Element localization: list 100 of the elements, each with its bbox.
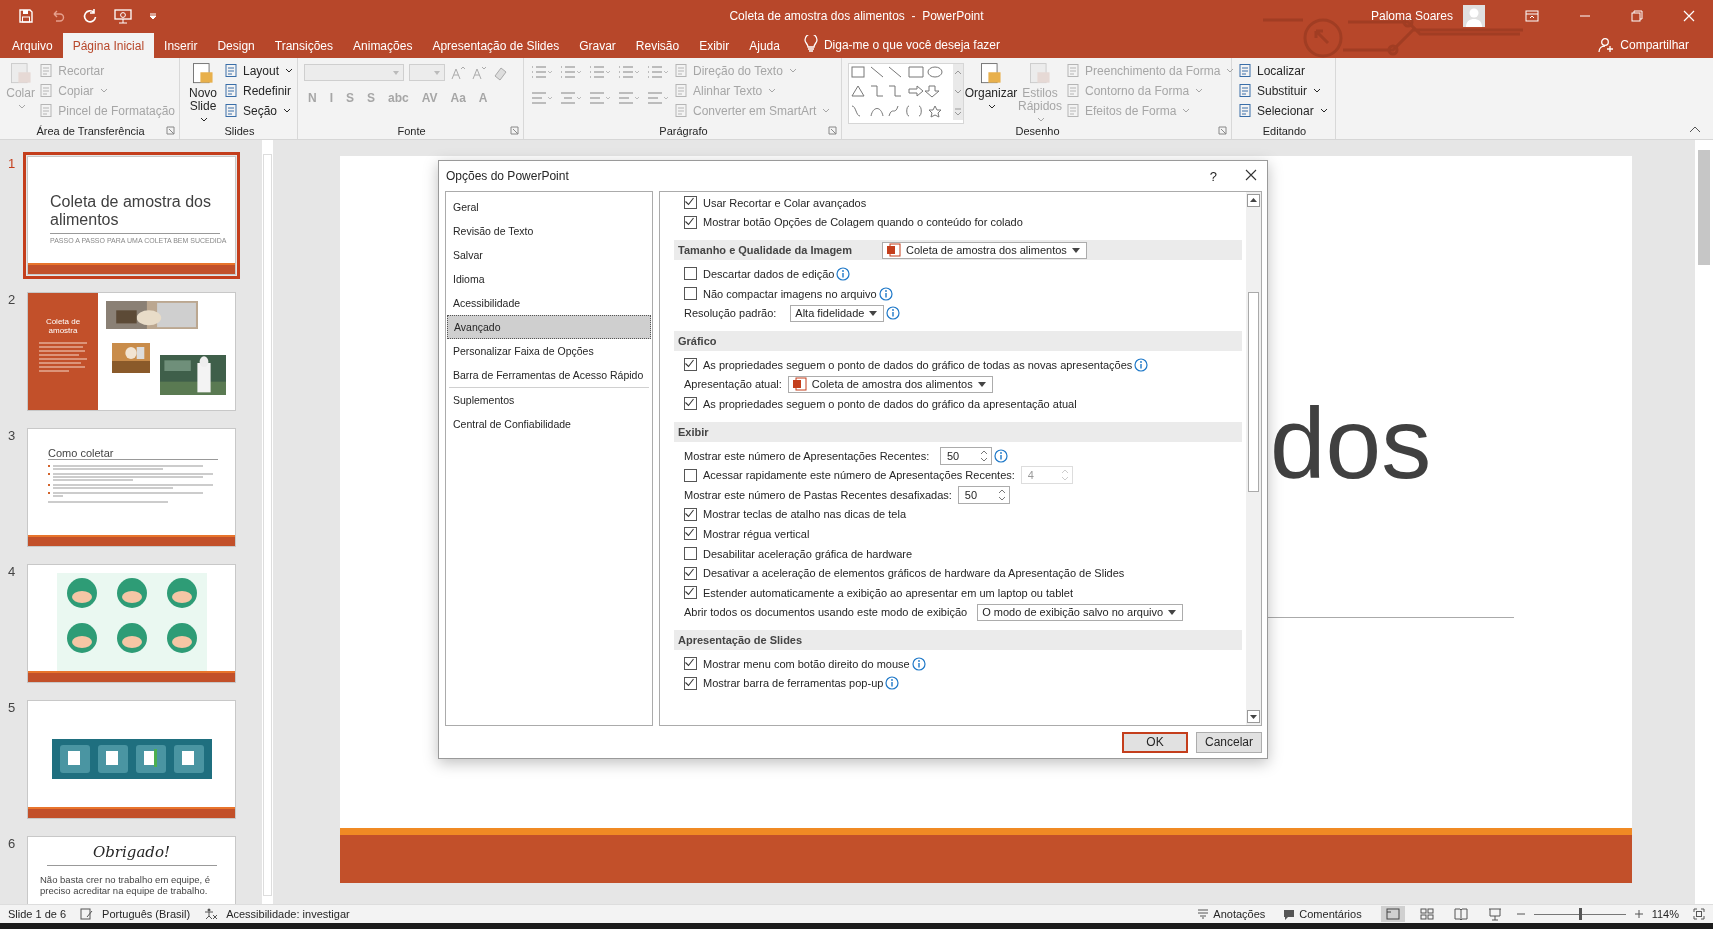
- ribbon-tab[interactable]: Página Inicial: [62, 33, 155, 58]
- info-icon[interactable]: [878, 286, 893, 301]
- spinner-arrows-icon[interactable]: [980, 448, 988, 463]
- checkbox[interactable]: [684, 267, 697, 281]
- checkbox[interactable]: [684, 397, 697, 411]
- category-item[interactable]: Geral: [446, 195, 652, 219]
- dropdown[interactable]: Coleta de amostra dos alimentos: [787, 375, 993, 393]
- spinner-arrows-icon[interactable]: [997, 487, 1006, 502]
- ribbon-tab[interactable]: Exibir: [689, 33, 740, 58]
- normal-view-icon[interactable]: [1380, 906, 1405, 922]
- checkbox[interactable]: [684, 657, 697, 671]
- ribbon-tab[interactable]: Animações: [343, 33, 423, 58]
- tell-me-field[interactable]: Diga-me o que você deseja fazer: [823, 38, 1001, 52]
- checkbox[interactable]: [684, 358, 697, 372]
- comments-button[interactable]: Comentários: [1283, 908, 1362, 920]
- lightbulb-icon[interactable]: [803, 35, 818, 53]
- dialog-launcher-icon[interactable]: [510, 126, 519, 135]
- info-icon[interactable]: [836, 267, 851, 281]
- ribbon-tab[interactable]: Transições: [264, 33, 344, 58]
- zoom-level[interactable]: 114%: [1651, 908, 1679, 920]
- info-icon[interactable]: [994, 448, 1008, 463]
- slide-thumbnail[interactable]: Coleta de amostra: [27, 292, 236, 411]
- font-size-field[interactable]: [409, 64, 445, 81]
- slide-thumbnail[interactable]: Como coletar: [27, 428, 236, 547]
- scroll-bar[interactable]: [1246, 192, 1261, 725]
- checkbox[interactable]: [684, 507, 697, 521]
- dropdown[interactable]: O modo de exibição salvo no arquivo: [977, 603, 1184, 621]
- user-name[interactable]: Paloma Soares: [1370, 9, 1453, 23]
- collapse-ribbon-icon[interactable]: [1689, 125, 1701, 133]
- category-item[interactable]: Revisão de Texto: [446, 219, 652, 243]
- zoom-in-icon[interactable]: [1633, 909, 1644, 919]
- info-icon[interactable]: [885, 676, 900, 691]
- dialog-button[interactable]: OK: [1122, 731, 1188, 753]
- checkbox[interactable]: [684, 468, 697, 482]
- help-button[interactable]: ?: [1209, 168, 1217, 184]
- scroll-bar[interactable]: [262, 140, 273, 904]
- checkbox[interactable]: [684, 677, 697, 690]
- info-icon[interactable]: [1134, 357, 1149, 372]
- slide-thumbnail[interactable]: [27, 700, 236, 819]
- category-item[interactable]: Salvar: [446, 243, 652, 267]
- spelling-icon[interactable]: [80, 908, 95, 920]
- font-name-field[interactable]: [304, 64, 404, 81]
- presentation-icon[interactable]: [114, 8, 132, 24]
- checkbox[interactable]: [684, 566, 697, 580]
- ribbon-button[interactable]: Selecionar: [1238, 101, 1328, 120]
- repeat-icon[interactable]: [82, 8, 98, 24]
- dialog-button[interactable]: Cancelar: [1196, 731, 1262, 753]
- dialog-launcher-icon[interactable]: [166, 126, 175, 135]
- number-field[interactable]: 50: [957, 485, 1010, 504]
- category-item[interactable]: Barra de Ferramentas de Acesso Rápido: [446, 363, 652, 387]
- checkbox[interactable]: [684, 287, 697, 301]
- close-icon[interactable]: [1683, 10, 1695, 22]
- notes-button[interactable]: Anotações: [1197, 908, 1266, 920]
- ribbon-tab[interactable]: Gravar: [569, 33, 626, 58]
- checkbox[interactable]: [684, 215, 697, 229]
- gallery-scroll-icon[interactable]: [953, 64, 963, 120]
- ribbon-tab[interactable]: Revisão: [625, 33, 690, 58]
- category-item[interactable]: Avançado: [447, 315, 651, 339]
- checkbox[interactable]: [684, 196, 697, 210]
- language-indicator[interactable]: Português (Brasil): [102, 908, 191, 920]
- ribbon-tab[interactable]: Ajuda: [739, 33, 790, 58]
- ribbon-button[interactable]: Substituir: [1238, 81, 1328, 100]
- document-icon: [39, 63, 55, 78]
- shape-gallery[interactable]: [848, 63, 964, 124]
- checkbox[interactable]: [684, 586, 697, 600]
- save-icon[interactable]: [18, 8, 34, 24]
- category-item[interactable]: Idioma: [446, 267, 652, 291]
- info-icon[interactable]: [886, 306, 901, 321]
- ribbon-tab[interactable]: Design: [207, 33, 265, 58]
- ribbon-button[interactable]: Layout: [223, 61, 293, 80]
- category-item[interactable]: Central de Confiabilidade: [446, 412, 652, 436]
- slide-thumbnail[interactable]: [27, 564, 236, 683]
- share-button[interactable]: Compartilhar: [1598, 37, 1689, 53]
- dialog-launcher-icon[interactable]: [828, 126, 837, 135]
- checkbox[interactable]: [684, 547, 697, 560]
- dialog-launcher-icon[interactable]: [1218, 126, 1227, 135]
- category-item[interactable]: Suplementos: [446, 388, 652, 412]
- ribbon-display-icon[interactable]: [1525, 10, 1539, 22]
- ribbon-button[interactable]: Redefinir: [223, 81, 293, 100]
- number-field[interactable]: 50: [940, 446, 992, 465]
- category-item[interactable]: Personalizar Faixa de Opções: [446, 339, 652, 363]
- accessibility-status[interactable]: Acessibilidade: investigar: [226, 908, 350, 920]
- ribbon-button[interactable]: Localizar: [1238, 61, 1328, 80]
- scroll-bar[interactable]: [1695, 140, 1713, 904]
- ribbon-tab[interactable]: Inserir: [154, 33, 208, 58]
- accessibility-icon[interactable]: [204, 908, 219, 920]
- ribbon-tab[interactable]: Apresentação de Slides: [422, 33, 570, 58]
- dropdown[interactable]: Alta fidelidade: [790, 304, 885, 322]
- group-label: Slides: [224, 124, 255, 137]
- dropdown[interactable]: Coleta de amostra dos alimentos: [882, 241, 1087, 259]
- info-icon[interactable]: [911, 656, 926, 671]
- slide-thumbnail[interactable]: Obrigado! Não basta crer no trabalho em equipe, é preciso acreditar na equipe de trabalho.: [27, 836, 236, 904]
- zoom-slider-thumb[interactable]: [1578, 908, 1582, 920]
- fit-to-window-icon[interactable]: [1693, 908, 1705, 920]
- ribbon-large-button[interactable]: Novo Slide: [186, 61, 220, 126]
- ribbon-button[interactable]: Seção: [223, 101, 293, 120]
- checkbox[interactable]: [684, 527, 697, 541]
- ribbon-tab[interactable]: Arquivo: [2, 33, 63, 58]
- category-item[interactable]: Acessibilidade: [446, 291, 652, 315]
- restore-icon[interactable]: [1631, 10, 1643, 22]
